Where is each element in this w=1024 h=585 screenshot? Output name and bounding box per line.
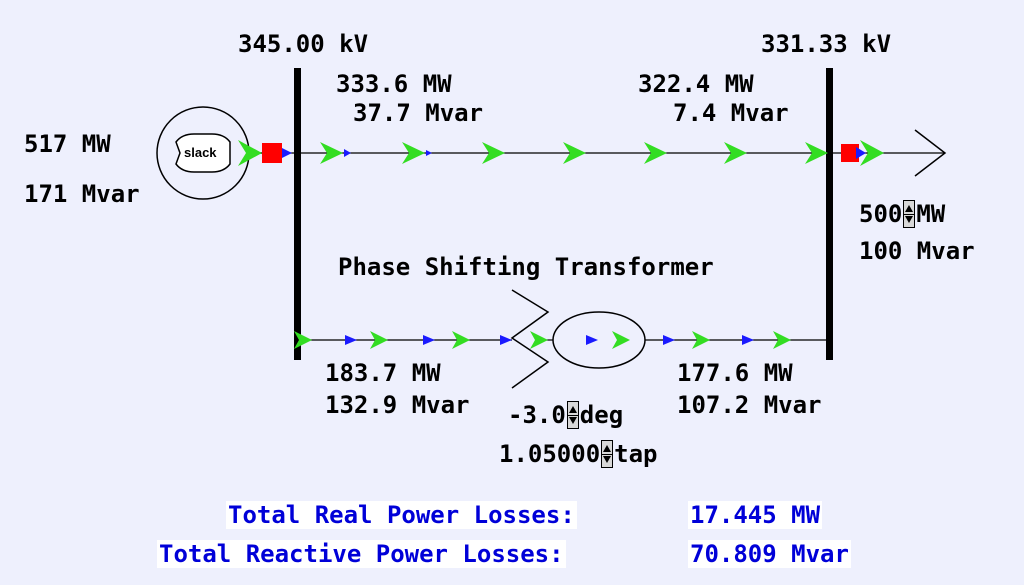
spinner-up-icon[interactable] xyxy=(603,445,612,452)
tap-ratio-value: 1.05000 xyxy=(499,440,601,468)
phase-angle: -3.0 deg xyxy=(508,401,623,429)
real-losses-label: Total Real Power Losses: xyxy=(226,501,577,529)
generator-mvar: 171 Mvar xyxy=(24,180,140,208)
spinner-up-icon[interactable] xyxy=(905,205,914,212)
phase-angle-unit: deg xyxy=(579,401,624,429)
mvar-flow-arrow xyxy=(282,148,292,158)
oneline-diagram xyxy=(156,68,947,389)
mvar-flow-arrow xyxy=(344,149,351,157)
spinner-up-icon[interactable] xyxy=(568,406,577,413)
mw-flow-arrow xyxy=(238,140,262,166)
breaker-generator[interactable] xyxy=(262,143,282,163)
mvar-flow-arrow xyxy=(426,150,432,156)
tap-ratio: 1.05000 tap xyxy=(499,440,658,468)
transformer-from-mvar: 132.9 Mvar xyxy=(325,391,470,419)
mw-flow-arrow xyxy=(530,331,548,349)
top-line-to-mw: 322.4 MW xyxy=(638,70,754,98)
top-line-from-mw: 333.6 MW xyxy=(336,70,452,98)
transformer-to-mvar: 107.2 Mvar xyxy=(677,391,822,419)
reactive-losses-value: 70.809 Mvar xyxy=(688,540,851,568)
tap-ratio-spinner[interactable] xyxy=(601,440,614,468)
mvar-flow-arrow xyxy=(586,335,598,345)
mvar-flow-arrow xyxy=(423,335,435,345)
reactive-losses-label: Total Reactive Power Losses: xyxy=(157,540,566,568)
right-bus-voltage: 331.33 kV xyxy=(761,30,892,58)
bus-right[interactable] xyxy=(826,68,833,360)
spinner-down-icon[interactable] xyxy=(905,216,914,223)
load-mw: 500 MW xyxy=(859,200,945,228)
top-line-to-mvar: 7.4 Mvar xyxy=(673,99,789,127)
load-mw-spinner[interactable] xyxy=(903,200,916,228)
mvar-flow-arrow xyxy=(742,335,754,345)
phase-shifter-ellipse[interactable] xyxy=(552,311,646,369)
load-mw-unit: MW xyxy=(916,200,946,228)
mvar-flow-arrow xyxy=(856,147,866,159)
top-line-from-mvar: 37.7 Mvar xyxy=(353,99,484,127)
load-mvar: 100 Mvar xyxy=(859,237,975,265)
load-mw-value: 500 xyxy=(859,200,903,228)
mw-flow-arrow xyxy=(612,331,630,349)
tap-ratio-unit: tap xyxy=(614,440,658,468)
mvar-flow-arrow xyxy=(500,335,512,345)
transformer-from-mw: 183.7 MW xyxy=(325,359,441,387)
mvar-flow-arrow xyxy=(345,335,357,345)
mvar-flow-arrow xyxy=(663,335,675,345)
left-bus-voltage: 345.00 kV xyxy=(238,30,369,58)
phase-angle-value: -3.0 xyxy=(508,401,566,429)
transformer-to-mw: 177.6 MW xyxy=(677,359,793,387)
spinner-down-icon[interactable] xyxy=(603,456,612,463)
slack-label: slack xyxy=(184,145,217,160)
bus-left[interactable] xyxy=(294,68,301,360)
spinner-down-icon[interactable] xyxy=(568,417,577,424)
phase-angle-spinner[interactable] xyxy=(566,401,579,429)
generator-mw: 517 MW xyxy=(24,130,111,158)
transformer-title: Phase Shifting Transformer xyxy=(338,253,714,281)
real-losses-value: 17.445 MW xyxy=(688,501,823,529)
